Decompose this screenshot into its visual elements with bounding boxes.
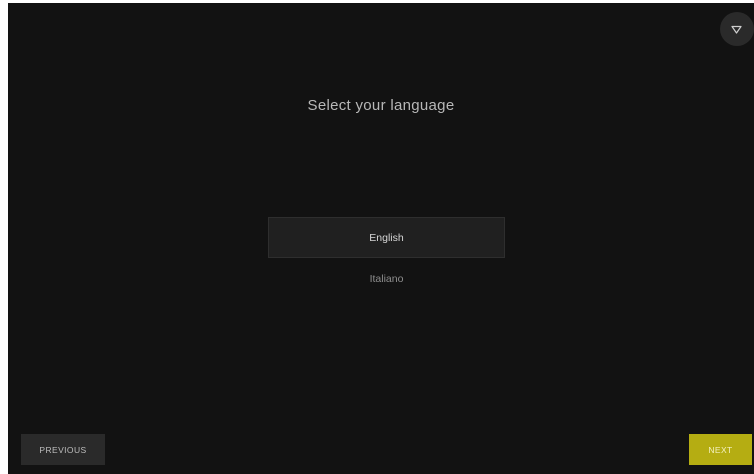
menu-toggle-button[interactable] [720,12,754,46]
page-title: Select your language [307,97,455,114]
language-option-english[interactable]: English [268,217,505,258]
triangle-down-icon [730,25,742,34]
language-option-label: English [369,231,404,244]
language-option-italiano[interactable]: Italiano [268,258,505,300]
language-option-label: Italiano [369,273,404,285]
previous-button[interactable]: PREVIOUS [21,434,105,465]
next-button[interactable]: NEXT [689,434,752,465]
language-list: English Italiano [268,217,505,300]
language-selection-screen: Select your language English Italiano PR… [8,3,754,474]
